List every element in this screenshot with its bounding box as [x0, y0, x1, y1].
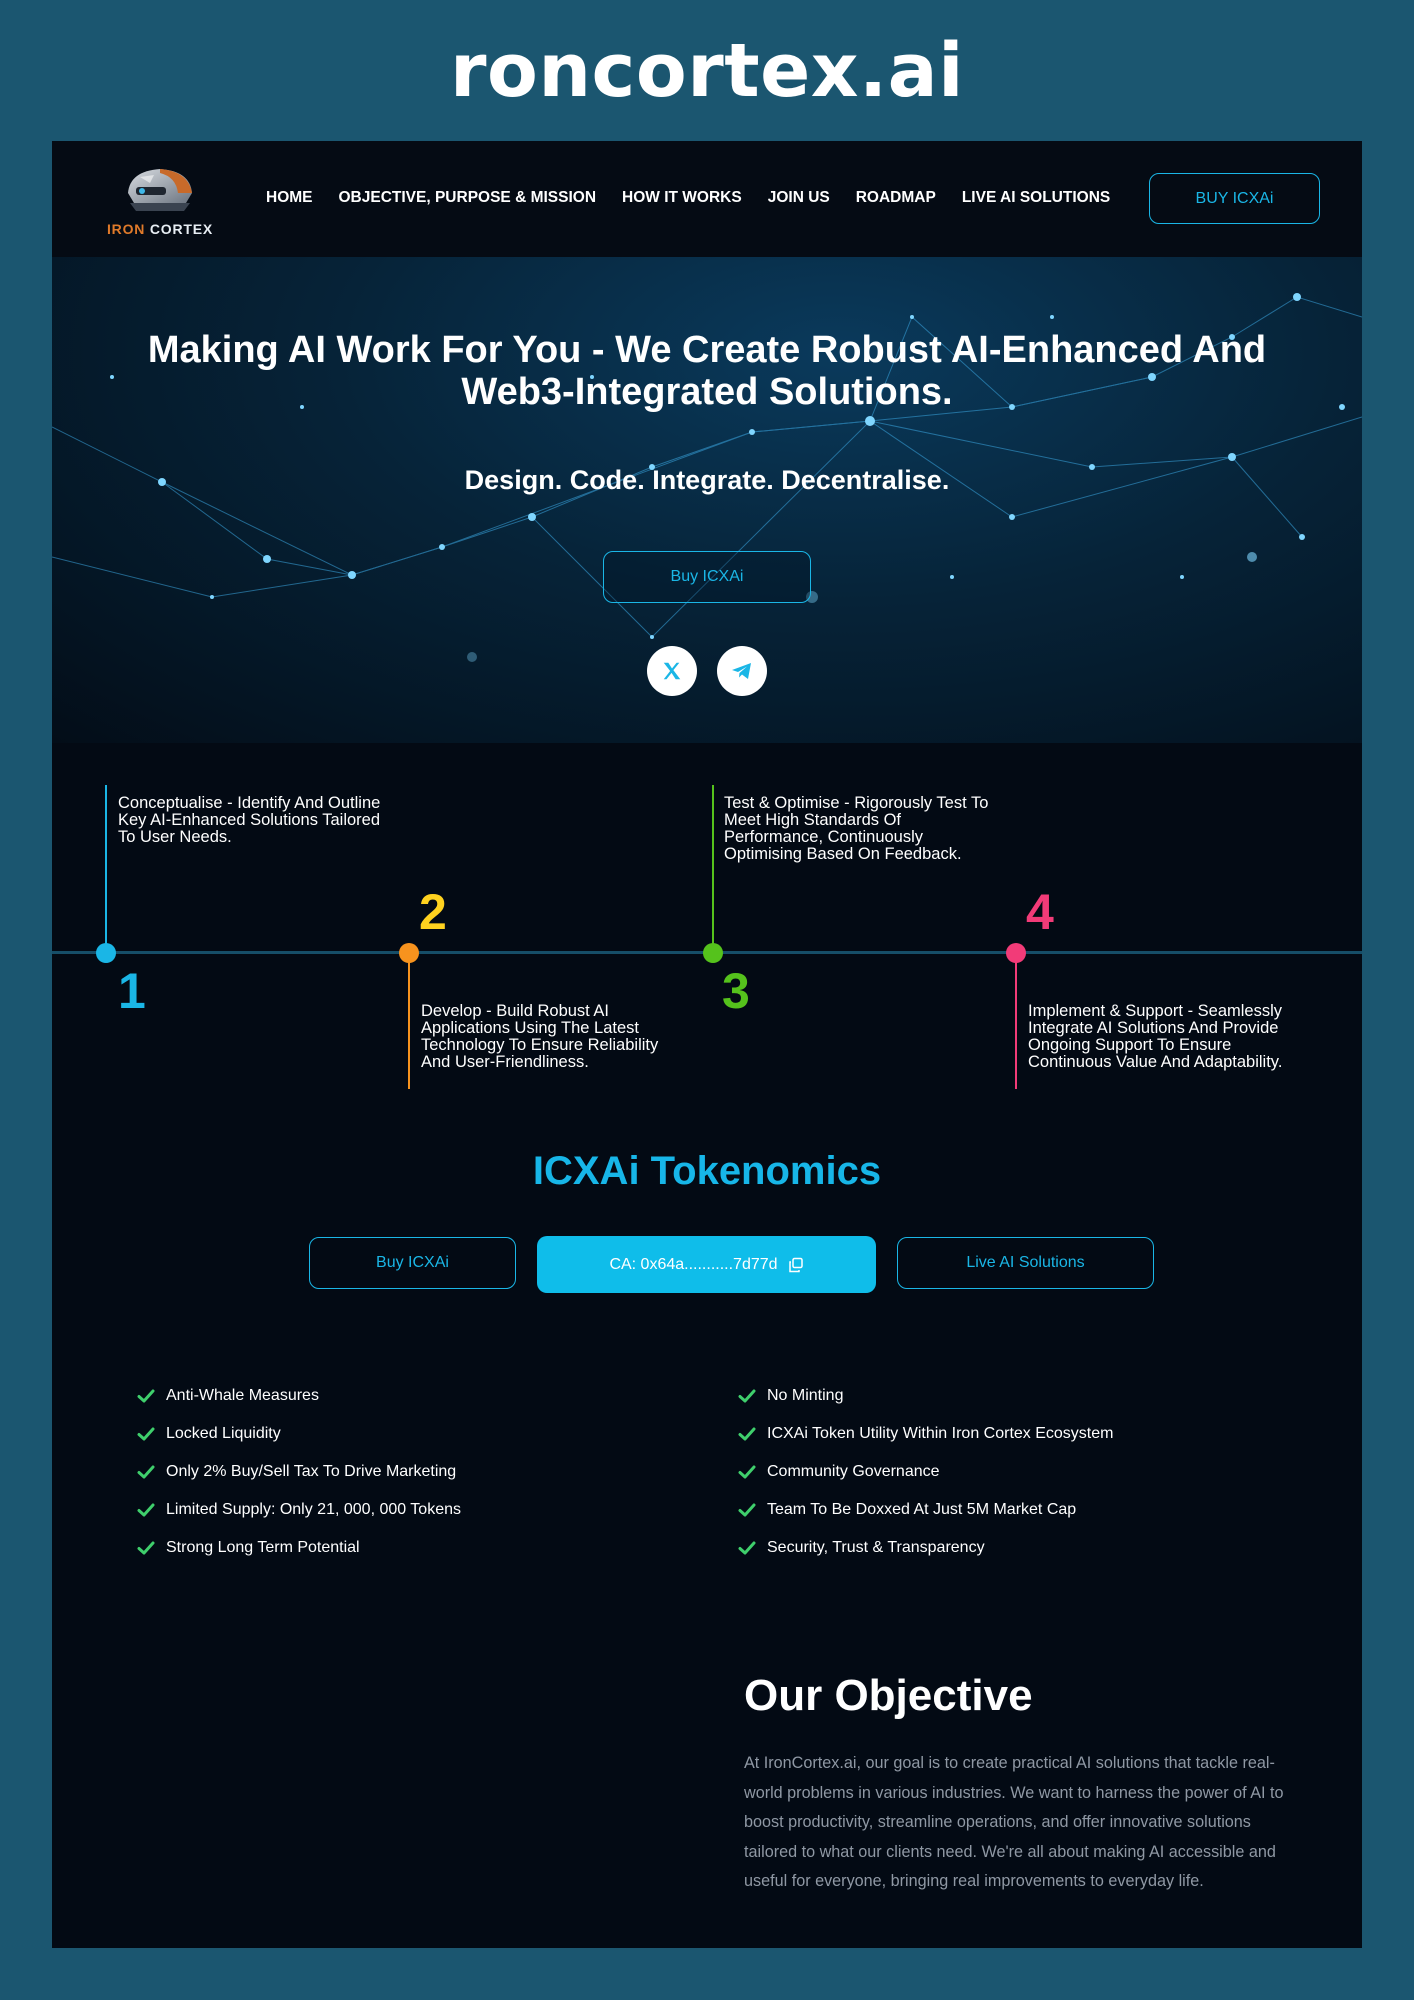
contract-address-label: CA: 0x64a...........7d77d — [609, 1255, 778, 1273]
iron-cortex-logo[interactable]: IRON CORTEX — [104, 163, 216, 239]
telegram-social-button[interactable] — [717, 646, 767, 696]
timeline-dot-1 — [96, 943, 116, 963]
check-icon — [137, 1503, 155, 1517]
timeline-number-4: 4 — [1026, 884, 1054, 940]
logo-cortex: CORTEX — [149, 221, 214, 237]
feature-label: Locked Liquidity — [166, 1425, 281, 1442]
hero-buy-button[interactable]: Buy ICXAi — [603, 551, 811, 603]
feature-item: Team To Be Doxxed At Just 5M Market Cap — [737, 1491, 1113, 1529]
webpage-frame: IRON CORTEX HOME OBJECTIVE, PURPOSE & MI… — [52, 141, 1362, 1948]
timeline-number-3: 3 — [722, 963, 750, 1019]
x-social-button[interactable] — [647, 646, 697, 696]
check-icon — [738, 1541, 756, 1555]
feature-item: Limited Supply: Only 21, 000, 000 Tokens — [136, 1491, 461, 1529]
feature-label: Team To Be Doxxed At Just 5M Market Cap — [767, 1501, 1077, 1518]
top-navigation: IRON CORTEX HOME OBJECTIVE, PURPOSE & MI… — [52, 141, 1362, 257]
x-icon — [663, 662, 681, 680]
objective-title: Our Objective — [744, 1671, 1033, 1720]
check-icon — [137, 1427, 155, 1441]
nav-menu: HOME OBJECTIVE, PURPOSE & MISSION HOW IT… — [266, 189, 1136, 207]
check-icon — [137, 1465, 155, 1479]
feature-item: Community Governance — [737, 1453, 1113, 1491]
timeline-text-3: Test & Optimise - Rigorously Test To Mee… — [724, 794, 989, 863]
feature-item: Locked Liquidity — [136, 1415, 461, 1453]
features-list-left: Anti-Whale Measures Locked Liquidity Onl… — [136, 1377, 461, 1567]
logo-helmet-icon — [128, 169, 192, 211]
tokenomics-buy-button[interactable]: Buy ICXAi — [309, 1237, 516, 1289]
feature-label: Only 2% Buy/Sell Tax To Drive Marketing — [166, 1463, 457, 1480]
feature-item: Strong Long Term Potential — [136, 1529, 461, 1567]
feature-item: No Minting — [737, 1377, 1113, 1415]
how-it-works-timeline: 1 Conceptualise - Identify And Outline K… — [52, 743, 1362, 1103]
timeline-connector-1 — [105, 785, 107, 953]
nav-item-join-us[interactable]: JOIN US — [768, 189, 830, 207]
feature-label: Strong Long Term Potential — [166, 1539, 360, 1556]
feature-label: No Minting — [767, 1387, 844, 1404]
check-icon — [738, 1503, 756, 1517]
copy-icon — [788, 1257, 803, 1272]
feature-item: Only 2% Buy/Sell Tax To Drive Marketing — [136, 1453, 461, 1491]
check-icon — [738, 1427, 756, 1441]
contract-address-copy-button[interactable]: CA: 0x64a...........7d77d — [537, 1236, 876, 1293]
site-title: roncortex.ai — [450, 28, 964, 114]
timeline-number-1: 1 — [118, 963, 146, 1019]
nav-item-objective[interactable]: OBJECTIVE, PURPOSE & MISSION — [339, 189, 597, 207]
nav-item-home[interactable]: HOME — [266, 189, 313, 207]
features-list-right: No Minting ICXAi Token Utility Within Ir… — [737, 1377, 1113, 1567]
timeline-number-2: 2 — [419, 884, 447, 940]
timeline-dot-4 — [1006, 943, 1026, 963]
feature-label: Security, Trust & Transparency — [767, 1539, 985, 1556]
feature-item: Security, Trust & Transparency — [737, 1529, 1113, 1567]
nav-item-roadmap[interactable]: ROADMAP — [856, 189, 936, 207]
telegram-icon — [732, 663, 751, 679]
feature-label: ICXAi Token Utility Within Iron Cortex E… — [767, 1425, 1114, 1442]
nav-buy-button[interactable]: BUY ICXAi — [1149, 173, 1320, 224]
timeline-text-4: Implement & Support - Seamlessly Integra… — [1028, 1002, 1283, 1071]
feature-label: Limited Supply: Only 21, 000, 000 Tokens — [166, 1501, 461, 1518]
feature-label: Anti-Whale Measures — [166, 1387, 319, 1404]
logo-iron: IRON — [106, 221, 146, 237]
timeline-connector-2 — [408, 955, 410, 1089]
live-ai-solutions-button[interactable]: Live AI Solutions — [897, 1237, 1154, 1289]
feature-item: ICXAi Token Utility Within Iron Cortex E… — [737, 1415, 1113, 1453]
check-icon — [738, 1389, 756, 1403]
objective-body: At IronCortex.ai, our goal is to create … — [744, 1754, 1284, 1891]
feature-label: Community Governance — [767, 1463, 940, 1480]
timeline-connector-3 — [712, 785, 714, 953]
hero-section: Making AI Work For You - We Create Robus… — [52, 257, 1362, 743]
logo-wordmark: IRON CORTEX — [104, 221, 216, 237]
hero-subtitle: Design. Code. Integrate. Decentralise. — [464, 465, 950, 495]
feature-item: Anti-Whale Measures — [136, 1377, 461, 1415]
timeline-dot-3 — [703, 943, 723, 963]
check-icon — [738, 1465, 756, 1479]
timeline-text-2: Develop - Build Robust AI Applications U… — [421, 1002, 659, 1071]
hero-title: Making AI Work For You - We Create Robus… — [147, 329, 1267, 413]
timeline-dot-2 — [399, 943, 419, 963]
check-icon — [137, 1541, 155, 1555]
tokenomics-title: ICXAi Tokenomics — [532, 1149, 882, 1193]
check-icon — [137, 1389, 155, 1403]
nav-item-live-ai-solutions[interactable]: LIVE AI SOLUTIONS — [962, 189, 1110, 207]
timeline-text-1: Conceptualise - Identify And Outline Key… — [118, 794, 381, 846]
nav-item-how-it-works[interactable]: HOW IT WORKS — [622, 189, 742, 207]
timeline-connector-4 — [1015, 955, 1017, 1089]
